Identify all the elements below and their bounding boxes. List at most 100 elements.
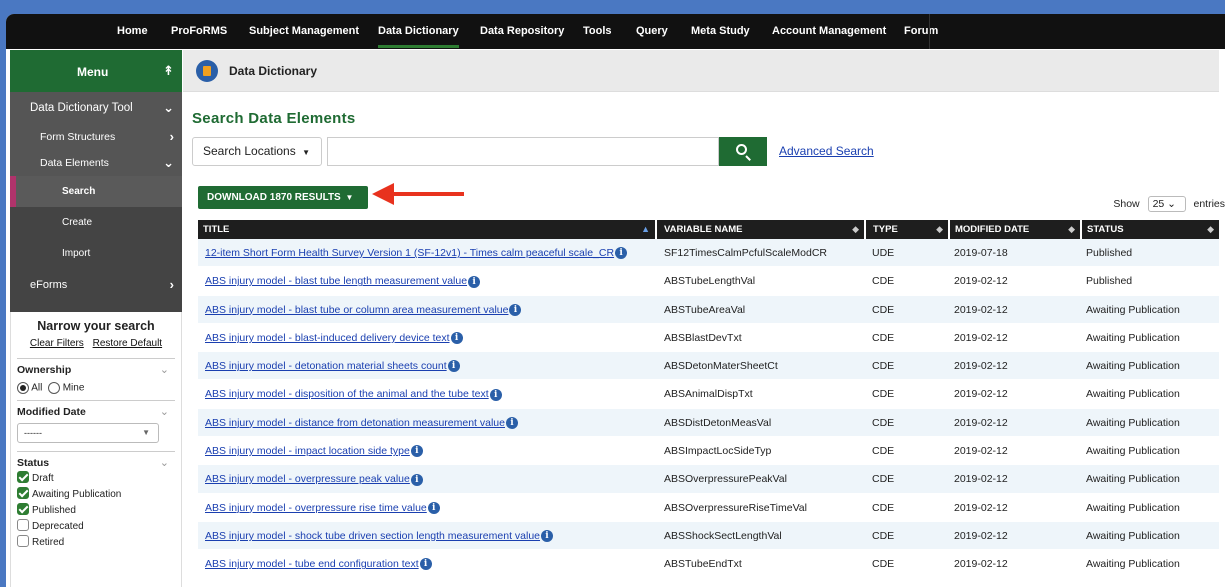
info-icon[interactable]: i [410, 473, 423, 486]
nav-proforms[interactable]: ProFoRMS [171, 14, 227, 49]
checkbox[interactable] [17, 535, 29, 548]
sort-icon: ◆ [936, 224, 943, 234]
nav-account-management[interactable]: Account Management [772, 14, 886, 49]
header-status[interactable]: STATUS ◆ [1082, 220, 1219, 239]
header-type[interactable]: TYPE ◆ [868, 220, 950, 239]
header-label: STATUS [1087, 224, 1124, 235]
checkbox[interactable] [17, 519, 29, 532]
chevron-down-icon[interactable]: ⌄ [160, 456, 169, 469]
search-button[interactable] [719, 137, 767, 166]
element-title-link[interactable]: ABS injury model - impact location side … [205, 445, 410, 457]
element-title-link[interactable]: ABS injury model - overpressure rise tim… [205, 502, 427, 514]
table-row: ABS injury model - overpressure peak val… [198, 465, 1219, 494]
header-title[interactable]: TITLE ▲ [198, 220, 657, 239]
sort-asc-icon: ▲ [641, 224, 650, 234]
chevron-down-icon[interactable]: ⌄ [160, 405, 169, 418]
cell-status: Awaiting Publication [1086, 558, 1180, 571]
cell-type: CDE [872, 558, 895, 571]
sidebar-item-import[interactable]: Import [10, 238, 182, 269]
element-title-link[interactable]: ABS injury model - blast-induced deliver… [205, 332, 450, 344]
status-option-published[interactable]: Published [17, 503, 175, 520]
status-option-awaiting-publication[interactable]: Awaiting Publication [17, 487, 175, 504]
nav-data-dictionary[interactable]: Data Dictionary [378, 14, 459, 48]
element-title-link[interactable]: ABS injury model - distance from detonat… [205, 417, 505, 429]
header-modified-date[interactable]: MODIFIED DATE ◆ [950, 220, 1082, 239]
element-title-link[interactable]: 12-item Short Form Health Survey Version… [205, 247, 614, 259]
nav-subject-management[interactable]: Subject Management [249, 14, 359, 49]
info-icon[interactable]: i [489, 388, 502, 401]
results-table: TITLE ▲ VARIABLE NAME ◆ TYPE ◆ MODIFIED DAT… [198, 220, 1219, 579]
info-icon[interactable]: i [509, 303, 522, 316]
element-title-link[interactable]: ABS injury model - detonation material s… [205, 360, 447, 372]
ownership-all-radio[interactable] [17, 382, 29, 394]
ownership-title: Ownership [17, 364, 72, 376]
status-option-draft[interactable]: Draft [17, 471, 175, 488]
search-input[interactable] [327, 137, 719, 166]
info-icon[interactable]: i [615, 247, 628, 260]
element-title-link[interactable]: ABS injury model - blast tube length mea… [205, 275, 467, 287]
element-title-link[interactable]: ABS injury model - shock tube driven sec… [205, 530, 540, 542]
info-icon[interactable]: i [468, 275, 481, 288]
search-locations-dropdown[interactable]: Search Locations ▼ [192, 137, 322, 166]
cell-type: CDE [872, 275, 895, 288]
info-icon[interactable]: i [419, 558, 432, 571]
advanced-search-link[interactable]: Advanced Search [779, 144, 874, 158]
collapse-icon[interactable]: ↟ [163, 63, 174, 79]
cell-title: ABS injury model - disposition of the an… [198, 380, 657, 408]
nav-query[interactable]: Query [636, 14, 668, 49]
search-icon-handle [745, 155, 751, 161]
sidebar-item-label: eForms [30, 279, 68, 291]
menu-header[interactable]: Menu ↟ [10, 50, 182, 92]
element-title-link[interactable]: ABS injury model - blast tube or column … [205, 304, 508, 316]
restore-default-link[interactable]: Restore Default [93, 338, 162, 349]
sidebar-item-create[interactable]: Create [10, 207, 182, 238]
info-icon[interactable]: i [505, 417, 518, 429]
status-option-deprecated[interactable]: Deprecated [17, 519, 175, 536]
chevron-down-icon[interactable]: ⌄ [160, 363, 169, 376]
status-option-label: Deprecated [32, 521, 84, 532]
cell-modified-date: 2019-02-12 [954, 360, 1008, 373]
cell-status: Published [1086, 275, 1133, 288]
chevron-right-icon: › [169, 277, 174, 292]
nav-tools[interactable]: Tools [583, 14, 612, 49]
header-variable-name[interactable]: VARIABLE NAME ◆ [659, 220, 866, 239]
download-results-button[interactable]: DOWNLOAD 1870 RESULTS ▼ [198, 186, 368, 209]
info-icon[interactable]: i [541, 530, 554, 543]
sidebar-item-label: Form Structures [40, 131, 116, 143]
info-icon[interactable]: i [410, 445, 423, 458]
sidebar-item-search[interactable]: Search [10, 176, 182, 207]
header-label: MODIFIED DATE [955, 224, 1030, 235]
modified-date-select[interactable]: ------ ▼ [17, 423, 159, 443]
dropdown-arrow-icon: ▼ [142, 428, 150, 437]
sidebar-item-eforms[interactable]: eForms › [10, 269, 182, 301]
nav-forum[interactable]: Forum [904, 14, 938, 49]
cell-variable-name: ABSOverpressureRiseTimeVal [664, 501, 807, 514]
checkbox[interactable] [17, 471, 29, 484]
info-icon[interactable]: i [450, 332, 463, 345]
nav-data-repository[interactable]: Data Repository [480, 14, 564, 49]
cell-status: Awaiting Publication [1086, 331, 1180, 344]
info-icon[interactable]: i [447, 360, 460, 373]
chevron-down-icon: ⌄ [1167, 198, 1176, 210]
cell-status: Awaiting Publication [1086, 445, 1180, 458]
ownership-mine-radio[interactable] [47, 382, 60, 394]
info-icon[interactable]: i [427, 501, 440, 514]
cell-type: CDE [872, 416, 895, 429]
element-title-link[interactable]: ABS injury model - tube end configuratio… [205, 558, 419, 570]
checkbox[interactable] [17, 487, 29, 500]
nav-home[interactable]: Home [117, 14, 148, 49]
clear-filters-link[interactable]: Clear Filters [30, 338, 84, 349]
caret-down-icon: ▼ [302, 148, 310, 157]
sidebar-item-data-dictionary-tool[interactable]: Data Dictionary Tool ⌄ [10, 92, 182, 124]
cell-type: CDE [872, 529, 895, 542]
nav-meta-study[interactable]: Meta Study [691, 14, 750, 49]
sidebar-item-data-elements[interactable]: Data Elements ⌄ [10, 150, 182, 176]
nav-divider [929, 14, 930, 49]
status-option-retired[interactable]: Retired [17, 535, 175, 552]
element-title-link[interactable]: ABS injury model - overpressure peak val… [205, 473, 410, 485]
checkbox[interactable] [17, 503, 29, 516]
narrow-search-title: Narrow your search [37, 319, 155, 333]
sidebar-item-form-structures[interactable]: Form Structures › [10, 124, 182, 150]
entries-select[interactable]: 25 ⌄ [1147, 196, 1186, 212]
element-title-link[interactable]: ABS injury model - disposition of the an… [205, 388, 489, 400]
